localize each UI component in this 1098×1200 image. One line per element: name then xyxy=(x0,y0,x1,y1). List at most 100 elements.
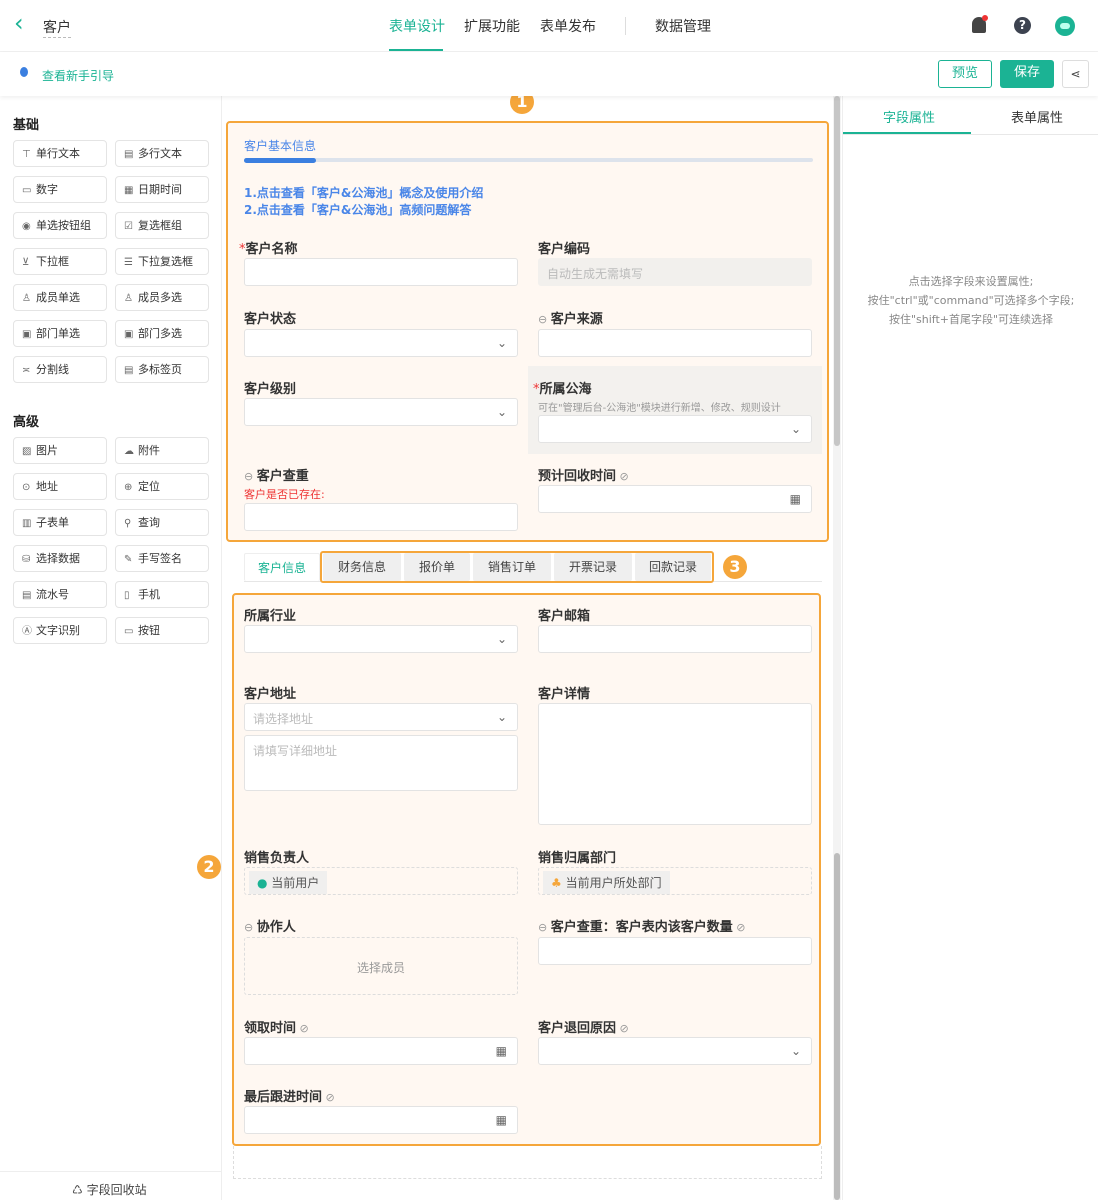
drop-zone xyxy=(233,1146,822,1179)
field-label[interactable]: *所属公海 xyxy=(533,378,592,397)
field-label-text: 销售负责人 xyxy=(244,851,310,866)
multi-dropdown-icon: ☰ xyxy=(124,257,133,268)
canvas-scrollbar-track[interactable] xyxy=(833,96,841,1200)
intro-link-2[interactable]: 2.点击查看「客户&公海池」高频问题解答 xyxy=(244,201,471,218)
widget-dropdown[interactable]: ⊻ 下拉框 xyxy=(13,248,107,275)
widget-signature[interactable]: ✎ 手写签名 xyxy=(115,545,209,572)
nav-extensions[interactable]: 扩展功能 xyxy=(464,16,520,36)
nav-divider xyxy=(625,17,626,35)
number-icon: ▭ xyxy=(22,185,32,196)
field-select[interactable]: ⌄ xyxy=(244,329,518,357)
field-input[interactable] xyxy=(244,258,518,286)
field-label[interactable]: ⊖ 协作人 xyxy=(244,916,296,935)
widget-tabs[interactable]: ▤ 多标签页 xyxy=(115,356,209,383)
field-label[interactable]: 最后跟进时间 ⊘ xyxy=(244,1086,335,1105)
field-label[interactable]: 客户级别 xyxy=(244,378,296,397)
field-select[interactable]: ⌄ xyxy=(538,1037,812,1065)
field-select[interactable]: ⌄ xyxy=(244,625,518,653)
placeholder: 自动生成无需填写 xyxy=(547,267,644,281)
nav-form-design[interactable]: 表单设计 xyxy=(389,16,445,36)
widget-image[interactable]: ▨ 图片 xyxy=(13,437,107,464)
widget-radio[interactable]: ◉ 单选按钮组 xyxy=(13,212,107,239)
field-recycle-bin[interactable]: ♺ 字段回收站 xyxy=(72,1181,147,1198)
bell-icon[interactable] xyxy=(972,15,988,33)
tab-quotation[interactable]: 报价单 xyxy=(404,553,470,581)
field-label[interactable]: 客户退回原因 ⊘ xyxy=(538,1017,629,1036)
preview-button[interactable]: 预览 xyxy=(938,60,992,88)
field-dashtext[interactable]: 选择成员 xyxy=(244,937,518,995)
field-input[interactable] xyxy=(538,329,812,357)
field-date[interactable]: ▦ xyxy=(538,485,812,513)
avatar[interactable] xyxy=(1055,16,1075,36)
field-chip[interactable]: ● 当前用户 xyxy=(244,867,518,895)
widget-multiline-text[interactable]: ▤ 多行文本 xyxy=(115,140,209,167)
field-label[interactable]: 领取时间 ⊘ xyxy=(244,1017,309,1036)
field-chip[interactable]: ♣ 当前用户所处部门 xyxy=(538,867,812,895)
address-detail-textarea[interactable]: 请填写详细地址 xyxy=(244,735,518,791)
widget-attachment[interactable]: ☁ 附件 xyxy=(115,437,209,464)
field-label[interactable]: 销售归属部门 xyxy=(538,847,616,866)
tab-form-properties[interactable]: 表单属性 xyxy=(1011,107,1063,126)
field-label[interactable]: 客户邮箱 xyxy=(538,605,590,624)
widget-serial-number[interactable]: ▤ 流水号 xyxy=(13,581,107,608)
field-date[interactable]: ▦ xyxy=(244,1037,518,1065)
field-date[interactable]: ▦ xyxy=(244,1106,518,1134)
tab-field-properties[interactable]: 字段属性 xyxy=(883,107,935,126)
field-label[interactable]: 客户状态 xyxy=(244,308,296,327)
field-textarea[interactable] xyxy=(538,703,812,825)
section-title[interactable]: 客户基本信息 xyxy=(244,137,316,154)
widget-text[interactable]: ⊤ 单行文本 xyxy=(13,140,107,167)
field-select[interactable]: ⌄ xyxy=(538,415,812,443)
tab-customer-info[interactable]: 客户信息 xyxy=(244,553,320,581)
field-label[interactable]: 客户地址 xyxy=(244,683,296,702)
widget-divider[interactable]: ≍ 分割线 xyxy=(13,356,107,383)
widget-location[interactable]: ⊕ 定位 xyxy=(115,473,209,500)
tab-sales-order[interactable]: 销售订单 xyxy=(473,553,551,581)
save-button[interactable]: 保存 xyxy=(1000,60,1054,88)
calendar-icon: ▦ xyxy=(495,1113,507,1127)
field-label[interactable]: ⊖ 客户查重 xyxy=(244,465,309,484)
widget-subform[interactable]: ▥ 子表单 xyxy=(13,509,107,536)
intro-link-1[interactable]: 1.点击查看「客户&公海池」概念及使用介绍 xyxy=(244,184,483,201)
widget-multi-dropdown[interactable]: ☰ 下拉复选框 xyxy=(115,248,209,275)
guide-link[interactable]: 查看新手引导 xyxy=(42,67,114,84)
widget-phone[interactable]: ▯ 手机 xyxy=(115,581,209,608)
field-label[interactable]: *客户名称 xyxy=(239,238,298,257)
field-label[interactable]: ⊖ 客户来源 xyxy=(538,308,603,327)
app-title[interactable]: 客户 xyxy=(43,17,71,38)
widget-address[interactable]: ⊙ 地址 xyxy=(13,473,107,500)
tab-payment-records[interactable]: 回款记录 xyxy=(635,553,711,581)
widget-calendar[interactable]: ▦ 日期时间 xyxy=(115,176,209,203)
scrollbar-thumb-upper[interactable] xyxy=(834,96,840,446)
back-chevron-icon[interactable]: ‹ xyxy=(14,9,24,37)
widget-select-data[interactable]: ⛁ 选择数据 xyxy=(13,545,107,572)
widget-members[interactable]: ♙ 成员多选 xyxy=(115,284,209,311)
tab-finance[interactable]: 财务信息 xyxy=(323,553,401,581)
field-select[interactable]: 请选择地址 ⌄ xyxy=(244,703,518,731)
field-select[interactable]: ⌄ xyxy=(244,398,518,426)
field-input[interactable] xyxy=(538,625,812,653)
field-label[interactable]: 销售负责人 xyxy=(244,847,309,866)
field-label[interactable]: 客户编码 xyxy=(538,238,590,257)
widget-button[interactable]: ▭ 按钮 xyxy=(115,617,209,644)
field-label[interactable]: 预计回收时间 ⊘ xyxy=(538,465,629,484)
tab-invoice-records[interactable]: 开票记录 xyxy=(554,553,632,581)
field-label[interactable]: 客户详情 xyxy=(538,683,590,702)
field-label[interactable]: 所属行业 xyxy=(244,605,296,624)
nav-publish[interactable]: 表单发布 xyxy=(540,16,596,36)
widget-number[interactable]: ▭ 数字 xyxy=(13,176,107,203)
widget-department[interactable]: ▣ 部门单选 xyxy=(13,320,107,347)
widget-member[interactable]: ♙ 成员单选 xyxy=(13,284,107,311)
widget-query[interactable]: ⚲ 查询 xyxy=(115,509,209,536)
nav-data-management[interactable]: 数据管理 xyxy=(655,16,711,36)
dropdown-icon: ⊻ xyxy=(22,257,30,268)
scrollbar-thumb[interactable] xyxy=(834,853,840,1200)
widget-departments[interactable]: ▣ 部门多选 xyxy=(115,320,209,347)
widget-ocr[interactable]: Ⓐ 文字识别 xyxy=(13,617,107,644)
field-input[interactable] xyxy=(244,503,518,531)
widget-checkbox[interactable]: ☑ 复选框组 xyxy=(115,212,209,239)
field-input[interactable] xyxy=(538,937,812,965)
share-icon[interactable]: ⋖ xyxy=(1062,60,1089,88)
field-label[interactable]: ⊖ 客户查重：客户表内该客户数量 ⊘ xyxy=(538,916,745,935)
help-icon[interactable]: ? xyxy=(1014,17,1031,34)
